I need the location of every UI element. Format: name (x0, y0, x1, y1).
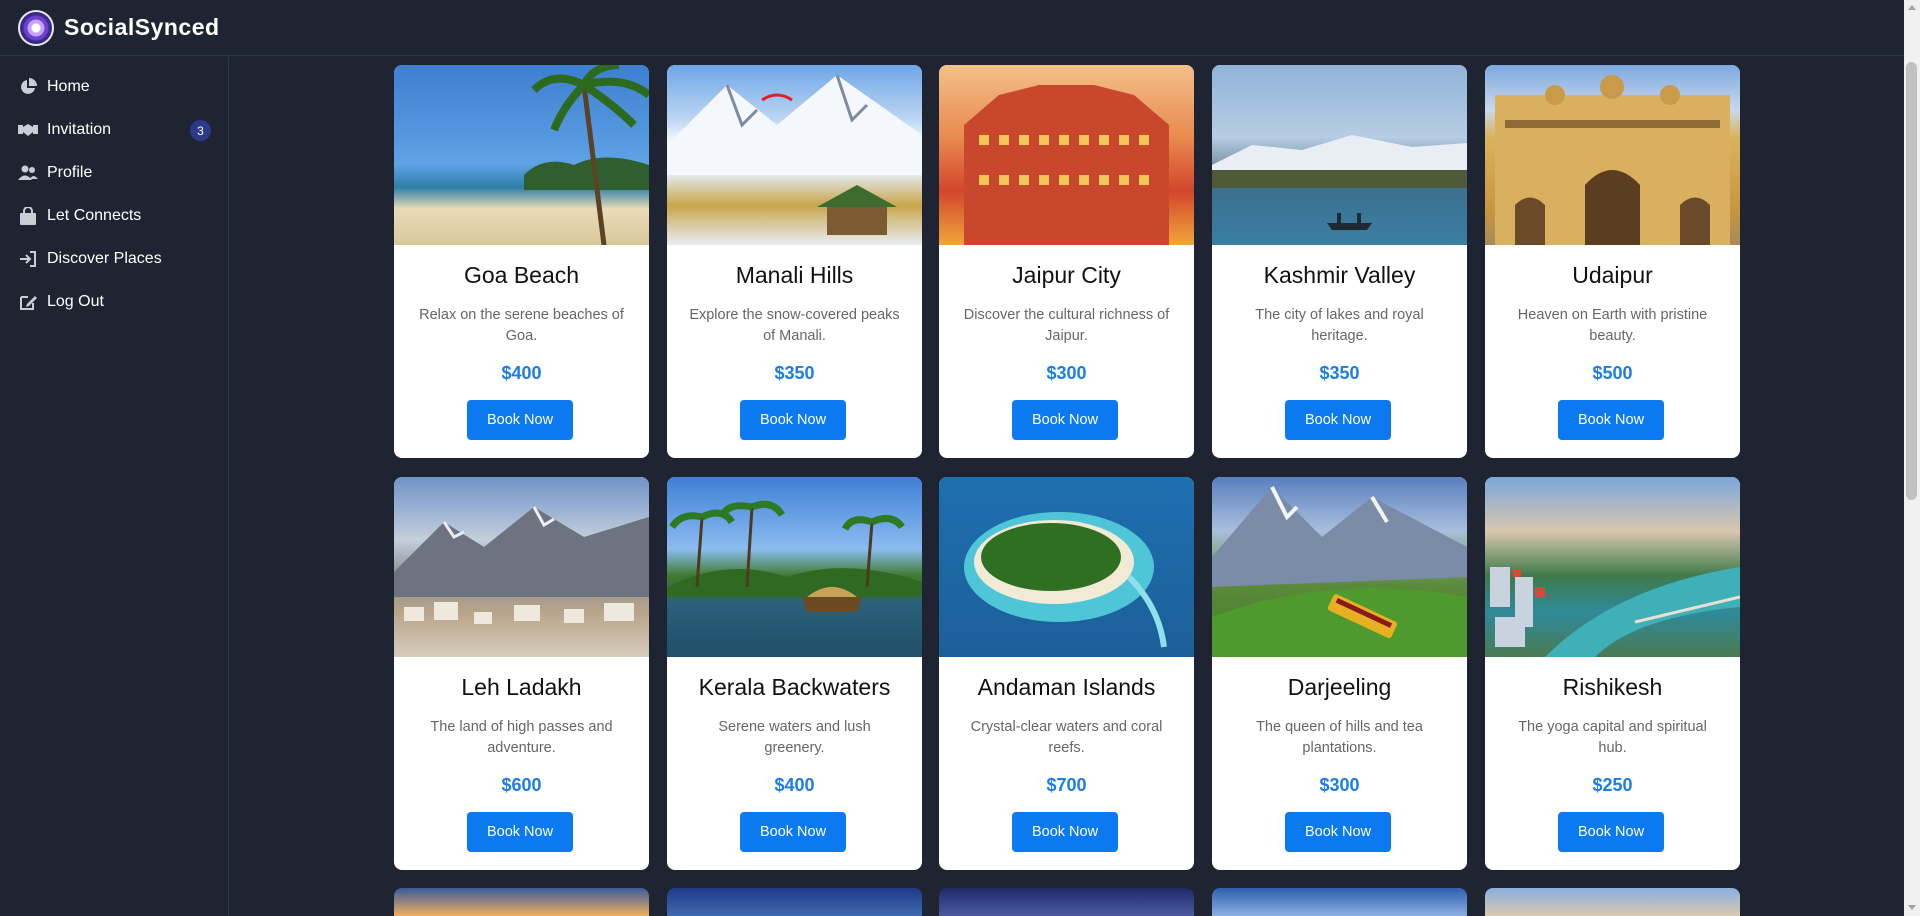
destination-image (1212, 477, 1467, 657)
book-now-button[interactable]: Book Now (467, 400, 573, 440)
card-price: $500 (1592, 363, 1633, 383)
card-title: Udaipur (1572, 262, 1653, 288)
sidebar-item-home[interactable]: Home (0, 69, 229, 105)
card-title: Leh Ladakh (461, 674, 582, 700)
card-price: $250 (1592, 775, 1633, 795)
sidebar-item-label: Log Out (47, 293, 104, 310)
card-description: The city of lakes and royal heritage. (1255, 307, 1424, 344)
card-title: Goa Beach (463, 262, 580, 288)
card-description: Heaven on Earth with pristine beauty. (1517, 307, 1708, 344)
sidebar-item-profile[interactable]: Profile (0, 155, 229, 191)
card-description: The land of high passes and adventure. (430, 719, 613, 756)
destination-image (1485, 477, 1740, 657)
card-price: $400 (501, 363, 542, 383)
destination-image (939, 477, 1194, 657)
destination-card-partial (667, 888, 922, 916)
destination-card: Manali Hills Explore the snow-covered pe… (667, 65, 922, 458)
destination-card-partial (1485, 888, 1740, 916)
card-price: $350 (1319, 363, 1360, 383)
destination-image (394, 65, 649, 245)
card-description: The yoga capital and spiritual hub. (1518, 719, 1707, 756)
sidebar-item-label: Discover Places (47, 250, 162, 267)
card-title: Jaipur City (1012, 262, 1121, 288)
destination-card: Kashmir Valley The city of lakes and roy… (1212, 65, 1467, 458)
destination-card: Leh Ladakh The land of high passes and a… (394, 477, 649, 870)
sidebar-item-label: Profile (47, 164, 93, 181)
destination-image (1485, 65, 1740, 245)
destination-card: Jaipur City Discover the cultural richne… (939, 65, 1194, 458)
pie-chart-icon (18, 77, 38, 97)
scroll-up-arrow-icon[interactable] (1908, 5, 1916, 10)
sidebar-item-label: Let Connects (47, 207, 142, 224)
book-now-button[interactable]: Book Now (1558, 400, 1664, 440)
card-description: Serene waters and lush greenery. (718, 719, 871, 756)
sidebar-item-invitation[interactable]: Invitation 3 (0, 112, 229, 148)
book-now-button[interactable]: Book Now (1012, 400, 1118, 440)
book-now-button[interactable]: Book Now (1012, 812, 1118, 852)
destination-card: Andaman Islands Crystal-clear waters and… (939, 477, 1194, 870)
book-now-button[interactable]: Book Now (1285, 812, 1391, 852)
destination-image (394, 477, 649, 657)
destination-card: Rishikesh The yoga capital and spiritual… (1485, 477, 1740, 870)
card-price: $700 (1046, 775, 1087, 795)
bag-icon (18, 206, 38, 226)
edit-icon (18, 292, 38, 312)
destination-card: Darjeeling The queen of hills and tea pl… (1212, 477, 1467, 870)
destination-card: Udaipur Heaven on Earth with pristine be… (1485, 65, 1740, 458)
handshake-icon (18, 120, 38, 140)
card-title: Manali Hills (735, 262, 854, 288)
sidebar-item-log-out[interactable]: Log Out (0, 284, 229, 320)
card-price: $400 (774, 775, 815, 795)
top-bar: SocialSynced (0, 0, 1904, 56)
destination-card-partial (394, 888, 649, 916)
brand-name[interactable]: SocialSynced (64, 14, 220, 41)
book-now-button[interactable]: Book Now (740, 400, 846, 440)
sidebar: Home Invitation 3 Profile Let Connects D… (0, 57, 229, 916)
scrollbar-thumb[interactable] (1906, 62, 1917, 500)
card-price: $300 (1046, 363, 1087, 383)
card-description: Discover the cultural richness of Jaipur… (963, 307, 1170, 344)
users-icon (18, 163, 38, 183)
sidebar-item-discover-places[interactable]: Discover Places (0, 241, 229, 277)
destination-image (667, 477, 922, 657)
book-now-button[interactable]: Book Now (1558, 812, 1664, 852)
card-description: Crystal-clear waters and coral reefs. (970, 719, 1163, 756)
destination-card-partial (939, 888, 1194, 916)
card-description: Relax on the serene beaches of Goa. (419, 307, 624, 344)
card-description: Explore the snow-covered peaks of Manali… (689, 307, 900, 344)
destination-card: Goa Beach Relax on the serene beaches of… (394, 65, 649, 458)
book-now-button[interactable]: Book Now (467, 812, 573, 852)
sidebar-item-label: Invitation (47, 121, 112, 138)
destination-image (667, 65, 922, 245)
card-title: Andaman Islands (977, 674, 1156, 700)
book-now-button[interactable]: Book Now (740, 812, 846, 852)
invitation-count-badge: 3 (190, 120, 211, 141)
book-now-button[interactable]: Book Now (1285, 400, 1391, 440)
card-price: $350 (774, 363, 815, 383)
card-title: Kerala Backwaters (698, 674, 891, 700)
destination-card-partial (1212, 888, 1467, 916)
card-description: The queen of hills and tea plantations. (1256, 719, 1423, 756)
sidebar-item-let-connects[interactable]: Let Connects (0, 198, 229, 234)
scroll-down-arrow-icon[interactable] (1908, 905, 1916, 910)
card-price: $300 (1319, 775, 1360, 795)
card-title: Rishikesh (1562, 674, 1663, 700)
destination-image (939, 65, 1194, 245)
destination-image (1212, 65, 1467, 245)
card-price: $600 (501, 775, 542, 795)
destination-card: Kerala Backwaters Serene waters and lush… (667, 477, 922, 870)
card-title: Kashmir Valley (1263, 262, 1416, 288)
logo-icon[interactable] (18, 9, 54, 46)
sign-in-icon (18, 249, 38, 269)
card-title: Darjeeling (1287, 674, 1392, 700)
sidebar-item-label: Home (47, 78, 90, 95)
